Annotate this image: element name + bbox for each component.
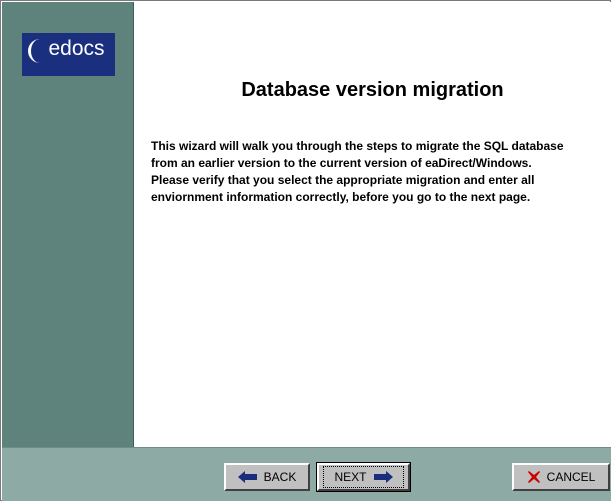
sidebar-panel: edocs <box>2 2 134 447</box>
edocs-logo: edocs <box>22 33 115 76</box>
wizard-description: This wizard will walk you through the st… <box>151 139 564 204</box>
cancel-button-label: CANCEL <box>546 470 596 484</box>
next-button-focus: NEXT <box>323 466 404 488</box>
back-button-label: BACK <box>263 470 297 484</box>
back-button[interactable]: BACK <box>224 463 310 491</box>
logo-text: edocs <box>48 37 105 60</box>
logo-swoosh-icon <box>28 39 42 63</box>
next-button-label: NEXT <box>334 470 367 484</box>
page-title: Database version migration <box>241 79 504 101</box>
cancel-button[interactable]: CANCEL <box>512 463 610 491</box>
footer-bar: BACK NEXT CANCEL <box>2 447 611 501</box>
next-button[interactable]: NEXT <box>316 462 411 492</box>
x-icon <box>527 470 541 484</box>
arrow-left-icon <box>237 471 258 483</box>
content-panel: Database version migration This wizard w… <box>134 2 611 447</box>
arrow-right-icon <box>373 471 393 483</box>
wizard-window: edocs Database version migration This wi… <box>0 0 611 501</box>
